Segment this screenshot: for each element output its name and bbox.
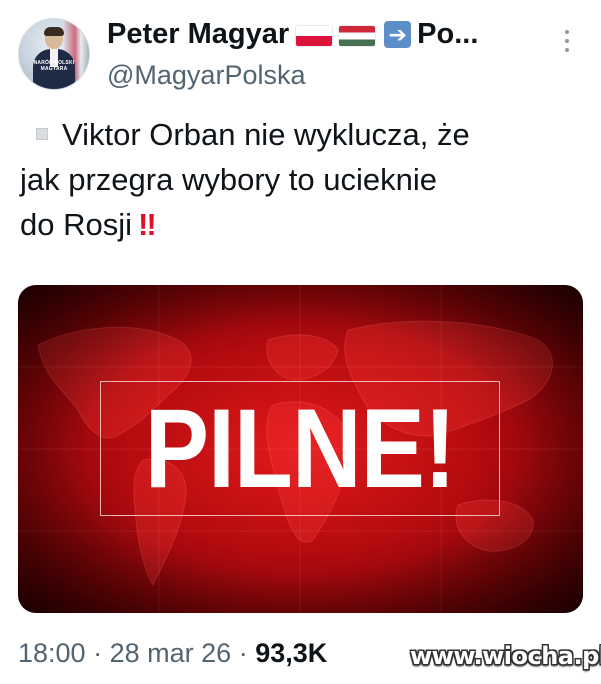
tweet-time[interactable]: 18:00 xyxy=(18,638,86,668)
hungary-flag-icon xyxy=(339,25,376,46)
author-display-name[interactable]: Peter Magyar xyxy=(107,18,289,51)
right-arrow-icon: ➔ xyxy=(384,21,412,48)
more-options-icon[interactable] xyxy=(560,30,574,60)
author-name-suffix[interactable]: Po... xyxy=(417,18,478,51)
tweet-meta: 18:00 · 28 mar 26 · 93,3K xyxy=(18,638,327,669)
tweet-text-line-3: do Rosji ‼ xyxy=(20,202,580,247)
tweet-header: NARÓD POLSKI MAGYARA Peter Magyar ➔ Po..… xyxy=(0,0,601,110)
tweet-text-line-1-content: Viktor Orban nie wyklucza, że xyxy=(62,117,470,152)
poland-flag-icon xyxy=(296,25,333,46)
double-exclamation-icon: ‼ xyxy=(138,207,157,242)
alert-headline: PILNE! xyxy=(144,386,456,511)
bullet-icon xyxy=(36,127,48,140)
view-count: 93,3K xyxy=(255,638,328,668)
author-name-row[interactable]: Peter Magyar ➔ Po... xyxy=(107,18,478,51)
tweet-date[interactable]: 28 mar 26 xyxy=(110,638,232,668)
tweet-text-line-1: Viktor Orban nie wyklucza, że xyxy=(20,112,580,157)
meta-separator: · xyxy=(93,638,103,668)
avatar-person-hair xyxy=(44,27,64,36)
tweet-text-line-2: jak przegra wybory to ucieknie xyxy=(20,162,437,197)
avatar-caption: NARÓD POLSKI MAGYARA xyxy=(33,60,75,72)
tweet-text: Viktor Orban nie wyklucza, że jak przegr… xyxy=(20,112,580,247)
author-handle[interactable]: @MagyarPolska xyxy=(107,60,305,91)
tweet-media-image[interactable]: PILNE! xyxy=(18,285,583,613)
site-watermark: www.wiocha.pl xyxy=(410,642,601,670)
tweet-text-line-3-content: do Rosji xyxy=(20,207,132,242)
meta-separator: · xyxy=(238,638,248,668)
avatar[interactable]: NARÓD POLSKI MAGYARA xyxy=(18,18,90,90)
